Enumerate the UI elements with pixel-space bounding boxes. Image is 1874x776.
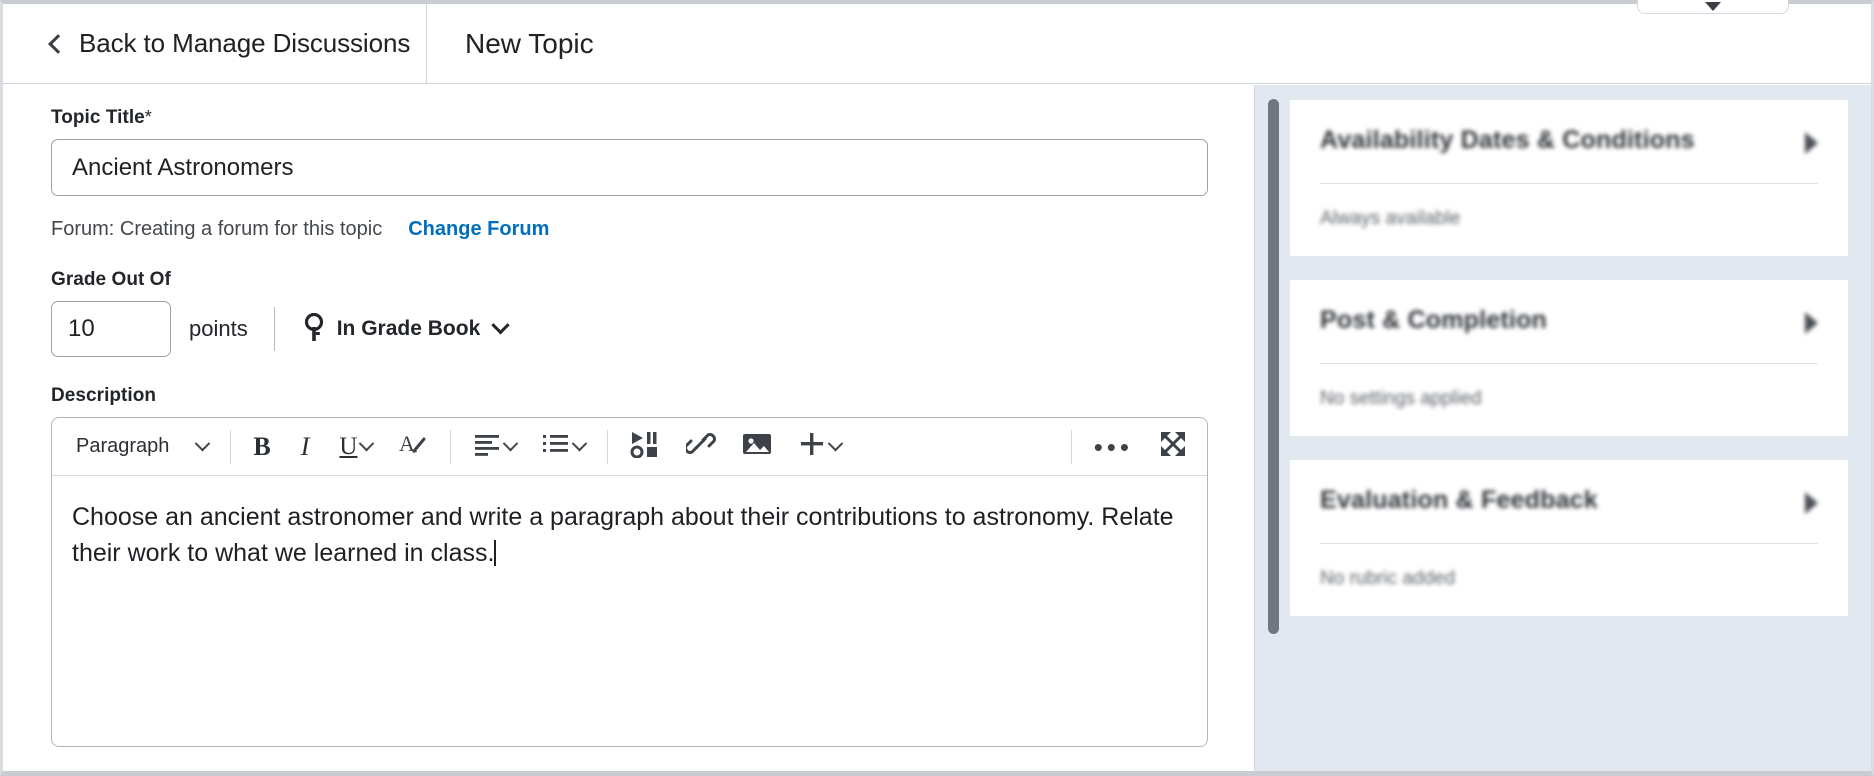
panel-availability-dates-and-conditions[interactable]: Availability Dates & Conditions Always a… — [1289, 99, 1849, 257]
body-wrapper: Topic Title* Forum: Creating a forum for… — [3, 85, 1871, 771]
italic-icon: I — [300, 431, 310, 461]
top-right-dropdown-stub[interactable] — [1637, 0, 1789, 14]
in-grade-book-label: In Grade Book — [336, 317, 481, 340]
align-left-icon — [473, 432, 501, 461]
panel-summary: No settings applied — [1320, 388, 1482, 409]
svg-text:A: A — [399, 431, 415, 456]
change-forum-link[interactable]: Change Forum — [408, 218, 549, 241]
main-form-column: Topic Title* Forum: Creating a forum for… — [3, 85, 1255, 771]
forum-text: Forum: Creating a forum for this topic — [51, 218, 383, 240]
required-marker: * — [144, 107, 152, 127]
key-icon — [303, 312, 325, 346]
description-text: Choose an ancient astronomer and write a… — [72, 503, 1174, 567]
page-title: New Topic — [465, 27, 594, 59]
chevron-down-icon — [572, 435, 588, 452]
bold-button[interactable]: B — [247, 427, 276, 467]
toolbar-divider — [607, 429, 609, 464]
insert-more-button[interactable] — [792, 427, 847, 467]
text-caret — [494, 539, 497, 566]
description-label: Description — [51, 385, 157, 406]
fullscreen-button[interactable] — [1153, 427, 1193, 467]
editor-toolbar: Paragraph B I U A ••• — [52, 418, 1207, 476]
panel-title: Evaluation & Feedback — [1320, 486, 1598, 514]
plus-icon — [798, 430, 826, 463]
paragraph-style-label: Paragraph — [76, 435, 170, 457]
grade-row: points In Grade Book — [51, 301, 1254, 357]
caret-down-icon — [1705, 2, 1721, 11]
settings-sidebar: Availability Dates & Conditions Always a… — [1255, 85, 1871, 771]
underline-icon: U — [339, 432, 358, 460]
panel-divider — [1320, 363, 1818, 364]
page-header: Back to Manage Discussions New Topic — [3, 0, 1871, 84]
panel-header: Post & Completion — [1320, 306, 1818, 335]
chevron-down-icon — [359, 435, 375, 452]
insert-image-button[interactable] — [736, 427, 778, 467]
toolbar-divider — [1070, 429, 1072, 464]
panel-evaluation-and-feedback[interactable]: Evaluation & Feedback No rubric added — [1289, 459, 1849, 617]
expand-icon — [1159, 430, 1187, 463]
description-editor-body[interactable]: Choose an ancient astronomer and write a… — [52, 476, 1207, 571]
page-root: Back to Manage Discussions New Topic Top… — [0, 0, 1874, 776]
panel-divider — [1320, 543, 1818, 544]
in-grade-book-dropdown[interactable]: In Grade Book — [301, 309, 510, 350]
grade-points-input[interactable] — [51, 301, 171, 357]
topic-title-label: Topic Title* — [51, 107, 1254, 129]
grade-out-of-label: Grade Out Of — [51, 269, 171, 290]
insert-link-button[interactable] — [680, 427, 722, 467]
bold-icon: B — [253, 431, 271, 461]
ellipsis-icon: ••• — [1093, 431, 1133, 462]
panel-title: Post & Completion — [1320, 306, 1548, 334]
paragraph-style-dropdown[interactable]: Paragraph — [70, 427, 214, 467]
bullet-list-button[interactable] — [536, 427, 591, 467]
toolbar-divider — [450, 429, 452, 464]
panel-summary: No rubric added — [1320, 568, 1456, 589]
panel-title: Availability Dates & Conditions — [1320, 126, 1695, 154]
text-color-button[interactable]: A — [392, 427, 434, 467]
chevron-down-icon — [491, 315, 510, 334]
panel-summary: Always available — [1320, 208, 1461, 229]
panel-header: Evaluation & Feedback — [1320, 486, 1818, 515]
rich-text-editor: Paragraph B I U A ••• Choose an ancient … — [51, 417, 1208, 747]
back-to-manage-discussions-button[interactable]: Back to Manage Discussions — [3, 3, 427, 84]
italic-button[interactable]: I — [291, 427, 320, 467]
text-color-icon: A — [398, 429, 428, 464]
toolbar-divider — [230, 429, 232, 464]
underline-button[interactable]: U — [333, 427, 378, 467]
caret-right-icon[interactable] — [1805, 132, 1818, 154]
chevron-down-icon — [828, 435, 844, 452]
insert-image-icon — [742, 431, 772, 462]
chevron-down-icon — [195, 435, 211, 452]
align-button[interactable] — [467, 427, 522, 467]
chevron-left-icon — [48, 33, 68, 54]
panel-header: Availability Dates & Conditions — [1320, 126, 1818, 155]
bullet-list-icon — [542, 432, 570, 461]
caret-right-icon[interactable] — [1805, 492, 1818, 514]
back-button-label: Back to Manage Discussions — [79, 28, 411, 58]
topic-title-input[interactable] — [51, 139, 1208, 196]
panel-divider — [1320, 183, 1818, 184]
sidebar-scrollbar[interactable] — [1264, 85, 1280, 771]
insert-media-button[interactable] — [624, 427, 666, 467]
insert-link-icon — [684, 430, 717, 463]
overflow-menu-button[interactable]: ••• — [1088, 427, 1139, 467]
topic-title-label-text: Topic Title — [51, 107, 145, 128]
caret-right-icon[interactable] — [1805, 312, 1818, 334]
chevron-down-icon — [503, 435, 519, 452]
scrollbar-thumb[interactable] — [1268, 99, 1279, 634]
points-unit-label: points — [189, 316, 248, 341]
insert-media-icon — [630, 430, 660, 463]
grade-divider — [273, 307, 275, 351]
forum-row: Forum: Creating a forum for this topic C… — [51, 218, 1254, 241]
panel-post-and-completion[interactable]: Post & Completion No settings applied — [1289, 279, 1849, 437]
